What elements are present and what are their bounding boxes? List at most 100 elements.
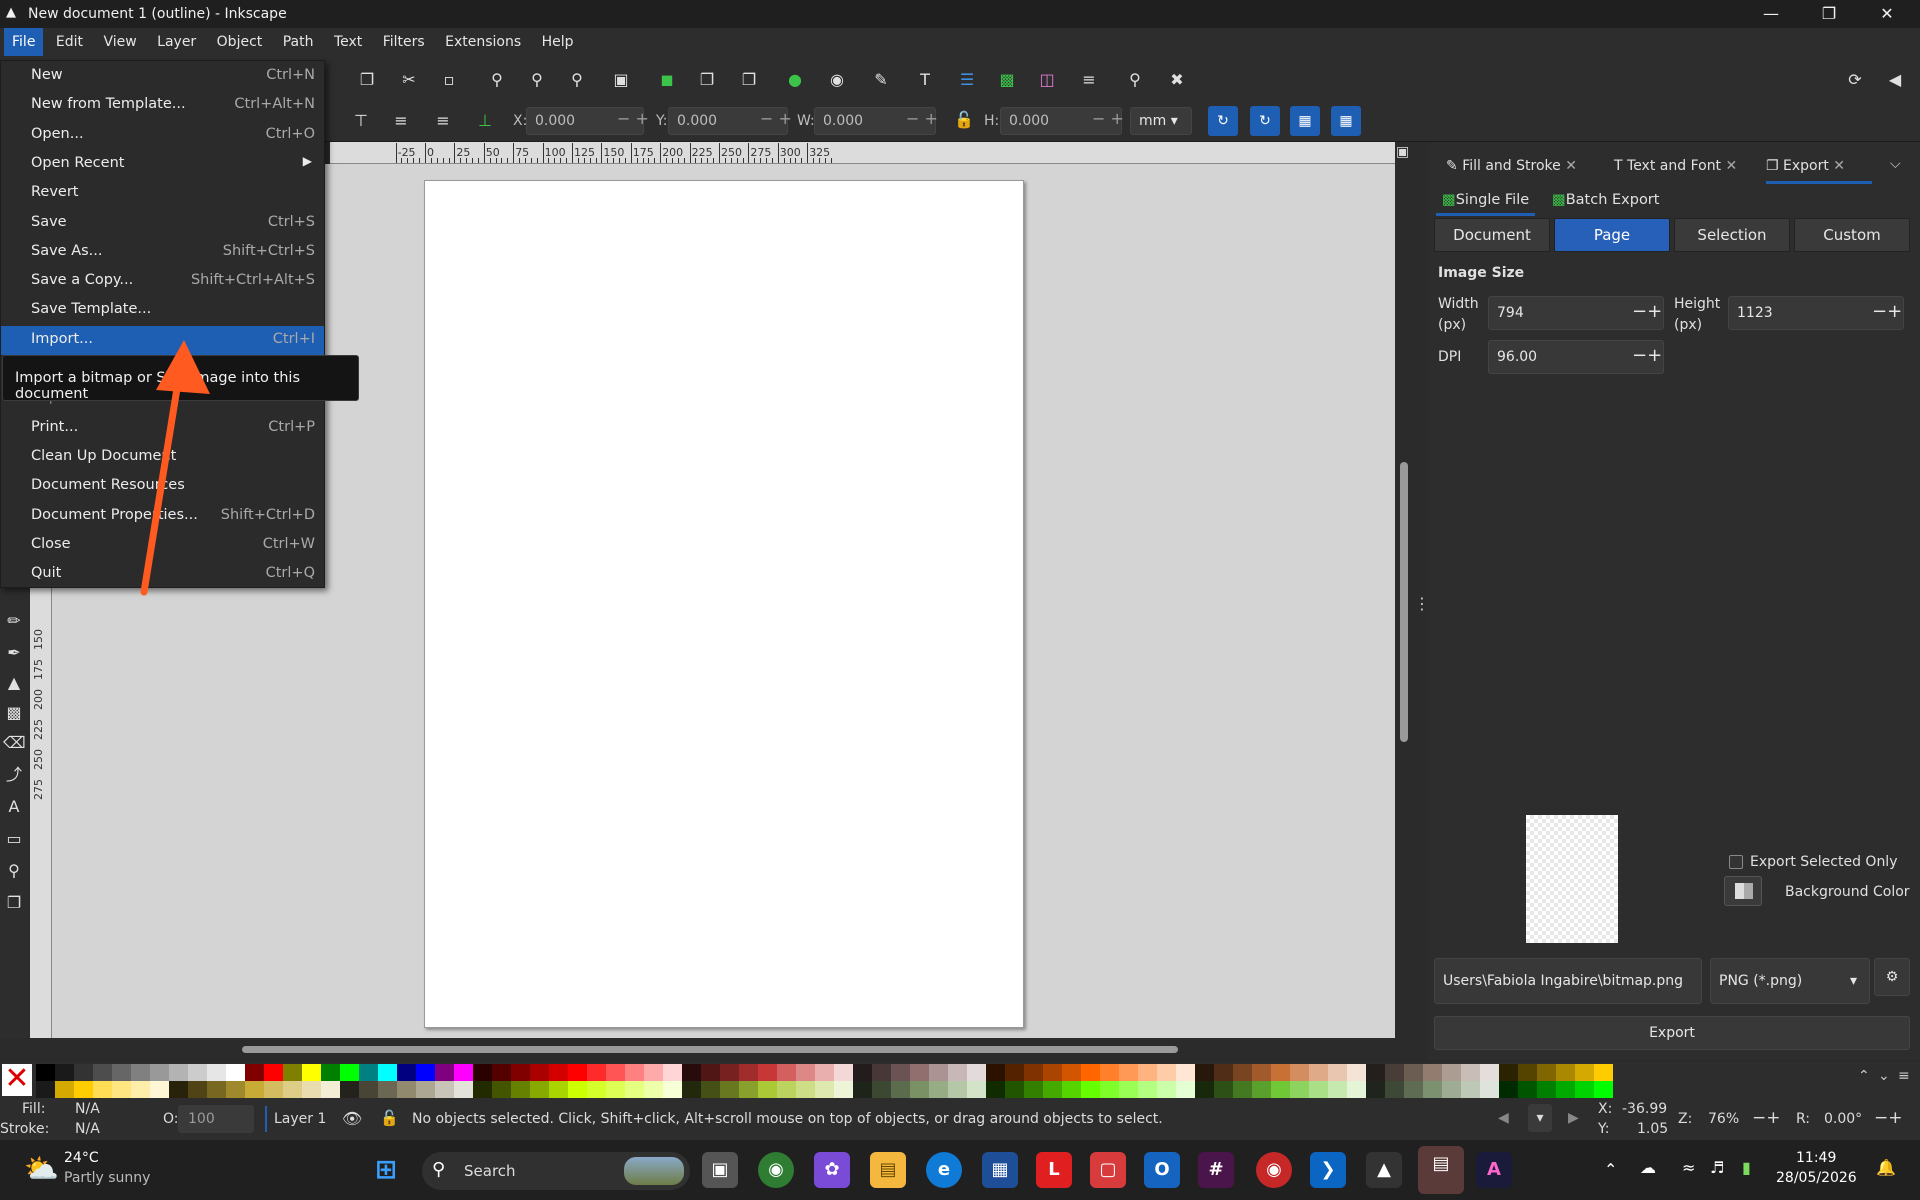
- taskbar-search[interactable]: ⚲ Search: [422, 1152, 690, 1190]
- text-tool-icon[interactable]: A: [3, 796, 25, 818]
- color-swatch[interactable]: [435, 1064, 454, 1081]
- slack-icon[interactable]: #: [1198, 1152, 1234, 1188]
- color-swatch[interactable]: [245, 1064, 264, 1081]
- lower-icon[interactable]: ≡: [432, 110, 454, 132]
- color-swatch[interactable]: [169, 1064, 188, 1081]
- color-swatch[interactable]: [1233, 1064, 1252, 1081]
- h-minus-plus[interactable]: − +: [1092, 109, 1124, 128]
- zoom-page-icon[interactable]: ⚲: [566, 69, 588, 91]
- color-swatch[interactable]: [55, 1064, 74, 1081]
- cut-icon[interactable]: ✂: [398, 69, 420, 91]
- move-patterns-button[interactable]: ▦: [1331, 106, 1361, 136]
- duplicate-icon[interactable]: ◼: [656, 69, 678, 91]
- color-swatch[interactable]: [245, 1081, 264, 1098]
- clock-time[interactable]: 11:49: [1796, 1150, 1836, 1166]
- zoom-minus-plus[interactable]: −+: [1752, 1108, 1781, 1128]
- layer-name[interactable]: Layer 1: [274, 1111, 326, 1127]
- color-swatch[interactable]: [359, 1064, 378, 1081]
- color-swatch[interactable]: [1100, 1064, 1119, 1081]
- move-gradients-button[interactable]: ▦: [1290, 106, 1320, 136]
- color-swatch[interactable]: [1556, 1064, 1575, 1081]
- color-swatch[interactable]: [321, 1064, 340, 1081]
- color-swatch[interactable]: [720, 1081, 739, 1098]
- layers-icon[interactable]: ☰: [956, 69, 978, 91]
- no-paint-swatch[interactable]: ✕: [2, 1064, 32, 1096]
- office-icon[interactable]: ▢: [1090, 1152, 1126, 1188]
- color-swatch[interactable]: [473, 1081, 492, 1098]
- unlink-clone-icon[interactable]: ❐: [738, 69, 760, 91]
- menu-file[interactable]: File: [4, 28, 44, 56]
- color-swatch[interactable]: [568, 1064, 587, 1081]
- task-view-icon[interactable]: ▣: [702, 1152, 738, 1188]
- color-swatch[interactable]: [1176, 1064, 1195, 1081]
- color-swatch[interactable]: [1157, 1064, 1176, 1081]
- color-swatch[interactable]: [1195, 1064, 1214, 1081]
- color-swatch[interactable]: [454, 1064, 473, 1081]
- minimize-button[interactable]: —: [1748, 2, 1794, 26]
- file-menu-item[interactable]: New from Template... Ctrl+Alt+N: [1, 91, 324, 120]
- color-swatch[interactable]: [283, 1064, 302, 1081]
- color-swatch[interactable]: [416, 1064, 435, 1081]
- color-swatch[interactable]: [207, 1064, 226, 1081]
- subtab-single-file[interactable]: ▩Single File: [1436, 188, 1536, 216]
- zoom-value[interactable]: 76%: [1708, 1111, 1739, 1127]
- export-settings-button[interactable]: ⚙: [1874, 958, 1910, 996]
- color-swatch[interactable]: [1461, 1081, 1480, 1098]
- fill-stroke-icon[interactable]: ✎: [870, 69, 892, 91]
- menu-path[interactable]: Path: [275, 28, 322, 56]
- color-swatch[interactable]: [1480, 1064, 1499, 1081]
- color-swatch[interactable]: [1328, 1064, 1347, 1081]
- color-swatch[interactable]: [853, 1081, 872, 1098]
- pages-tool-icon[interactable]: ▭: [3, 828, 25, 850]
- color-swatch[interactable]: [853, 1064, 872, 1081]
- color-swatch[interactable]: [1518, 1064, 1537, 1081]
- color-swatch[interactable]: [986, 1064, 1005, 1081]
- color-swatch[interactable]: [74, 1064, 93, 1081]
- chrome-profile-icon[interactable]: ◉: [1256, 1152, 1292, 1188]
- show-hidden-icons[interactable]: ⌃: [1604, 1160, 1617, 1179]
- background-color-button[interactable]: [1724, 876, 1762, 906]
- color-swatch[interactable]: [549, 1064, 568, 1081]
- battery-icon[interactable]: ▮: [1742, 1158, 1751, 1177]
- color-swatch[interactable]: [530, 1081, 549, 1098]
- color-swatch[interactable]: [131, 1081, 150, 1098]
- color-swatch[interactable]: [93, 1064, 112, 1081]
- color-swatch[interactable]: [226, 1081, 245, 1098]
- close-window-button[interactable]: ✕: [1864, 2, 1910, 26]
- color-swatch[interactable]: [1119, 1064, 1138, 1081]
- palette-scroll-down-icon[interactable]: ⌄: [1878, 1068, 1890, 1084]
- color-swatch[interactable]: [1594, 1081, 1613, 1098]
- color-swatch[interactable]: [1423, 1081, 1442, 1098]
- lock-ratio-icon[interactable]: 🔓: [954, 110, 974, 129]
- calligraphy-tool-icon[interactable]: ✒: [3, 642, 25, 664]
- color-swatch[interactable]: [1290, 1081, 1309, 1098]
- start-icon[interactable]: ⊞: [368, 1152, 404, 1188]
- color-swatch[interactable]: [606, 1064, 625, 1081]
- color-swatch[interactable]: [872, 1064, 891, 1081]
- vertical-scrollbar[interactable]: [1400, 462, 1408, 742]
- color-swatch[interactable]: [492, 1064, 511, 1081]
- text-font-icon[interactable]: T: [914, 69, 936, 91]
- format-select[interactable]: PNG (*.png) ▾: [1710, 958, 1870, 1004]
- color-swatch[interactable]: [416, 1081, 435, 1098]
- color-swatch[interactable]: [1043, 1064, 1062, 1081]
- tabs-menu-icon[interactable]: ⌵: [1890, 156, 1901, 172]
- eraser-tool-icon[interactable]: ⌫: [3, 732, 26, 754]
- color-swatch[interactable]: [1214, 1064, 1233, 1081]
- color-swatch[interactable]: [910, 1081, 929, 1098]
- close-tab-icon[interactable]: ✕: [1565, 158, 1577, 174]
- color-swatch[interactable]: [1024, 1064, 1043, 1081]
- area-custom-button[interactable]: Custom: [1794, 218, 1910, 252]
- color-swatch[interactable]: [1347, 1081, 1366, 1098]
- clone-icon[interactable]: ❐: [696, 69, 718, 91]
- color-swatch[interactable]: [1252, 1081, 1271, 1098]
- color-swatch[interactable]: [1062, 1081, 1081, 1098]
- lower-to-bottom-icon[interactable]: ⊥: [474, 110, 496, 132]
- color-swatch[interactable]: [758, 1064, 777, 1081]
- close-tab-icon[interactable]: ✕: [1726, 158, 1738, 174]
- color-swatch[interactable]: [340, 1081, 359, 1098]
- color-swatch[interactable]: [948, 1064, 967, 1081]
- zoom-selection-icon[interactable]: ⚲: [486, 69, 508, 91]
- color-swatch[interactable]: [606, 1081, 625, 1098]
- color-swatch[interactable]: [378, 1081, 397, 1098]
